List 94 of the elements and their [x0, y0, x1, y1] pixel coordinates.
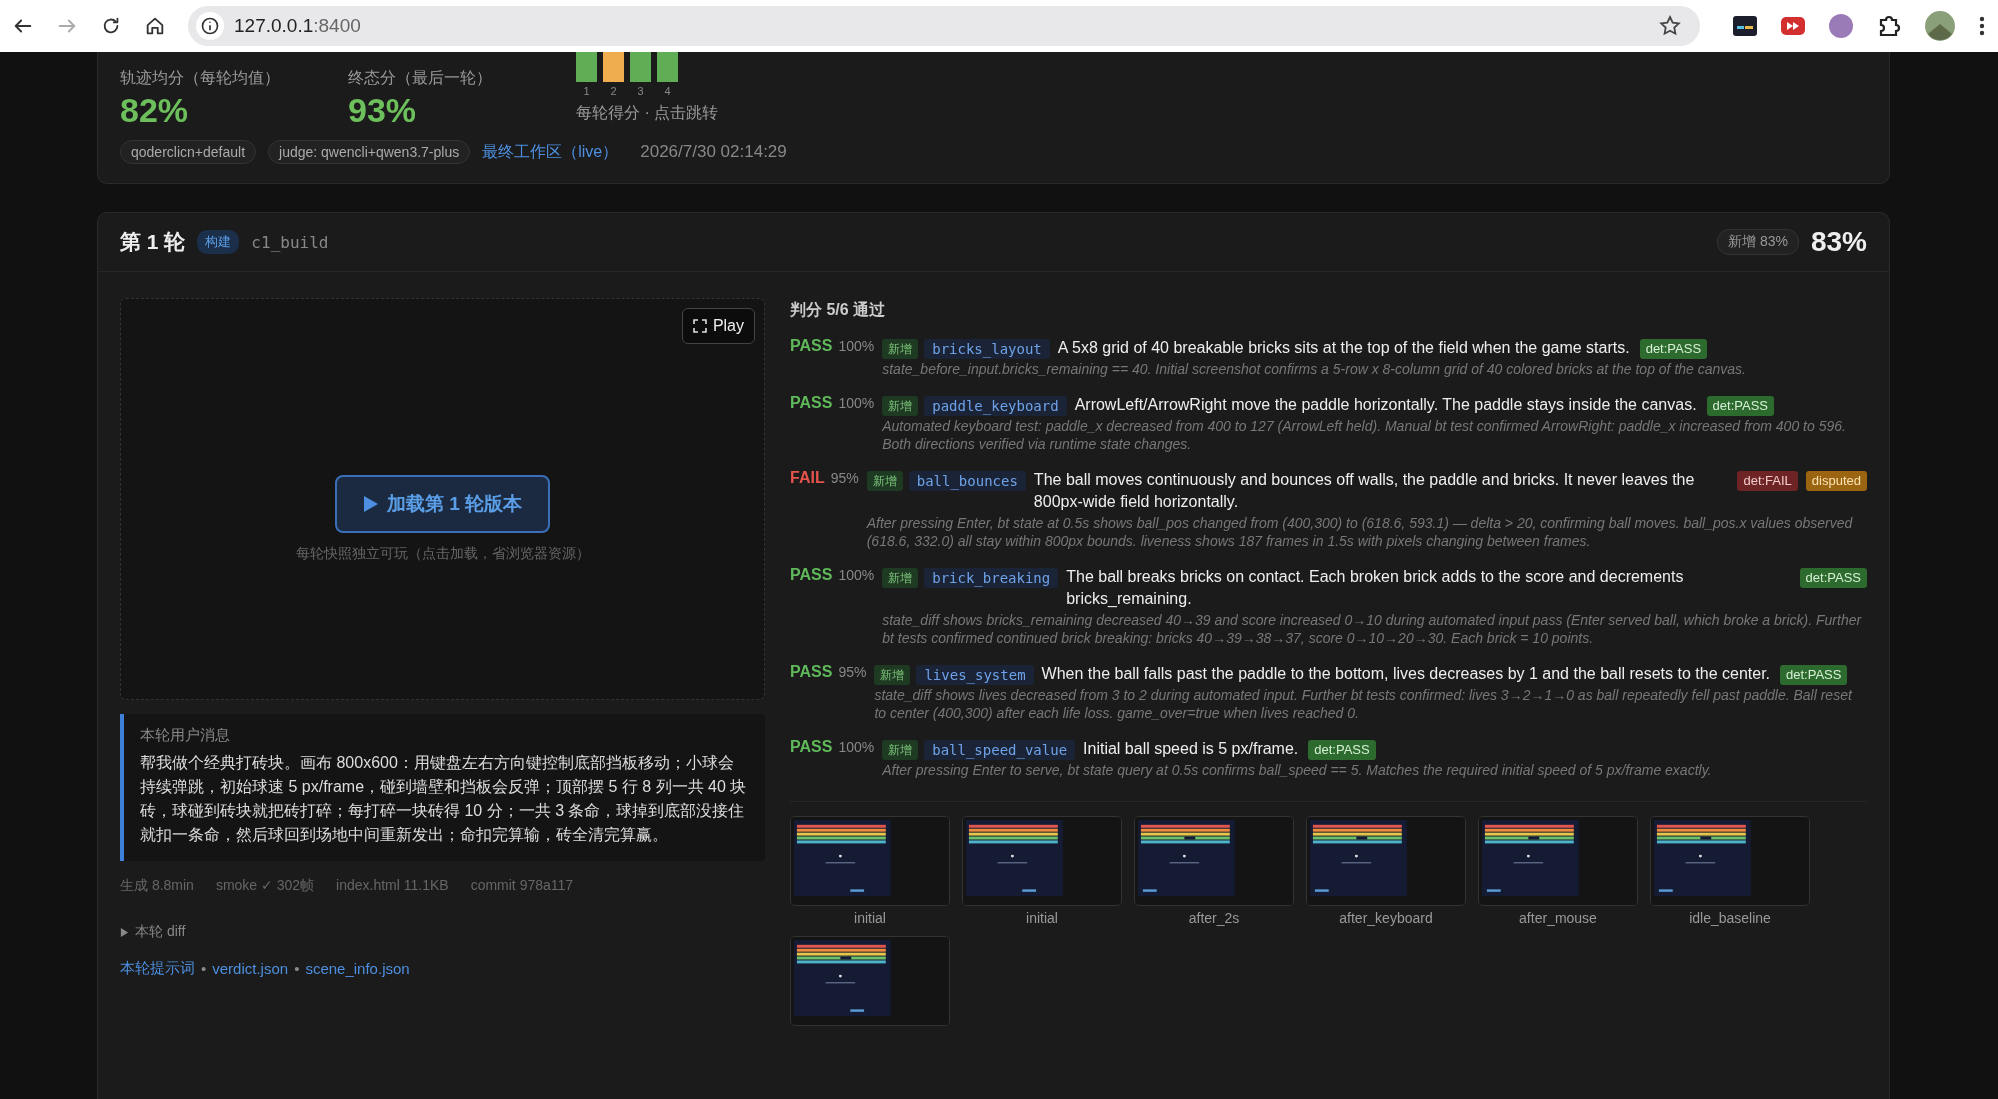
round-score: 83% — [1810, 226, 1867, 258]
meta-info: commit 978a117 — [470, 877, 574, 895]
evidence-text: After pressing Enter to serve, bt state query at 0.5s confirms ball_speed == 5. Matches the required initial speed of 5 px/frame exactly. — [882, 761, 1713, 779]
message-title: 本轮用户消息 — [140, 726, 231, 745]
screenshot-label: idle_baseline — [1689, 910, 1771, 926]
fullscreen-icon — [692, 319, 707, 333]
metric-value: 82% — [120, 91, 190, 130]
status-tag: det:PASS — [1308, 740, 1376, 760]
meta-info: 生成 8.8min — [120, 877, 194, 895]
evidence-text: state_diff shows lives decreased from 3 to 2 during automated input. Further bt tests confirmed: lives 3→2→1→0 as ball repeatedly fell past paddle. Ball reset to center (400,300) after each life loss. game_over=true when lives reached 0. — [874, 686, 1854, 722]
diff-toggle[interactable]: 本轮 diff — [120, 923, 186, 941]
check-key: bricks_layout — [924, 339, 1050, 359]
round-id: c1_build — [251, 232, 329, 252]
result-label: PASS — [790, 738, 833, 756]
result-label: PASS — [790, 337, 833, 355]
info-icon[interactable] — [200, 16, 220, 36]
agent-tag: qoderclicn+default — [120, 140, 257, 164]
evidence-text: After pressing Enter, bt state at 0.5s shows ball_pos changed from (400,300) to (618.6, 593.1) — delta > 20, confirming ball moves. ball_pos.x values observed (618.6, 332.0) all stay within 800px bounds. liveness shows 187 frames in 1.5s with pixels changing between frames. — [866, 514, 1854, 550]
confidence: 100% — [838, 395, 875, 411]
round-title: 第 1 轮 — [120, 229, 186, 255]
new-tag: 新增 — [882, 339, 919, 359]
metric-value: 93% — [348, 91, 418, 130]
new-tag: 新增 — [882, 740, 919, 760]
confidence: 95% — [830, 470, 859, 486]
new-tag: 新增 — [874, 665, 911, 685]
status-tag: det:PASS — [1639, 339, 1708, 359]
screenshot-label: after_mouse — [1519, 910, 1597, 926]
metric-label: 终态分（最后一轮） — [348, 68, 493, 88]
result-label: PASS — [790, 394, 833, 412]
status-tag: det:FAIL — [1737, 471, 1798, 491]
screenshot-label: initial — [1026, 910, 1058, 926]
check-claim: When the ball falls past the paddle to the bottom, lives decreases by 1 and the ball resets to the center. — [1041, 664, 1770, 684]
meta-info: index.html 11.1KB — [336, 877, 449, 895]
file-link[interactable]: 本轮提示词 — [120, 959, 195, 978]
bar-label: 3 — [637, 85, 644, 97]
confidence: 100% — [838, 338, 875, 354]
check-key: brick_breaking — [924, 568, 1059, 588]
check-key: ball_speed_value — [924, 740, 1076, 760]
new-tag: 新增 — [882, 568, 919, 588]
status-tag: det:PASS — [1706, 396, 1774, 416]
confidence: 100% — [838, 739, 875, 755]
check-key: ball_bounces — [908, 471, 1026, 491]
check-claim: The ball moves continuously and bounces off walls, the paddle and bricks. It never leaves the 800px-wide field horizontally. — [1033, 470, 1696, 512]
check-claim: The ball breaks bricks on contact. Each broken brick adds to the score and decrements bricks_remaining. — [1066, 567, 1685, 609]
home-icon[interactable] — [144, 15, 166, 37]
workspace-link[interactable]: 最终工作区（live） — [482, 141, 619, 163]
result-label: PASS — [790, 566, 833, 584]
evidence-text: state_before_input.bricks_remaining == 40. Initial screenshot confirms a 5-row x 8-column grid of 40 colored bricks at the top of the canvas. — [882, 360, 1747, 378]
file-link[interactable]: scene_info.json — [305, 960, 410, 977]
star-icon[interactable] — [1658, 14, 1682, 38]
delta-tag: 新增 83% — [1717, 229, 1799, 255]
load-hint: 每轮快照独立可玩（点击加载，省浏览器资源） — [295, 545, 590, 563]
play-button[interactable]: Play — [681, 308, 755, 344]
status-tag: disputed — [1805, 471, 1867, 491]
new-tag: 新增 — [866, 471, 903, 491]
check-claim: A 5x8 grid of 40 breakable bricks sits at the top of the field when the game starts. — [1057, 338, 1630, 358]
evidence-text: Automated keyboard test: paddle_x decreased from 400 to 127 (ArrowLeft held). Manual bt test confirmed ArrowRight: paddle_x increased from 400 to 596. Both directions verified via runtime state changes. — [882, 417, 1847, 453]
chart-caption: 每轮得分 · 点击跳转 — [576, 103, 719, 123]
result-label: PASS — [790, 663, 833, 681]
screenshot-label: initial — [854, 910, 886, 926]
circle-icon[interactable] — [1828, 13, 1854, 39]
confidence: 100% — [838, 567, 875, 583]
play-icon — [362, 495, 379, 513]
screenshot-label: after_2s — [1188, 910, 1240, 926]
confidence: 95% — [838, 664, 867, 680]
meta-info: smoke ✓ 302帧 — [215, 877, 315, 895]
timestamp: 2026/7/30 02:14:29 — [640, 142, 787, 162]
check-claim: ArrowLeft/ArrowRight move the paddle horizontally. The paddle stays inside the canvas. — [1074, 395, 1697, 415]
status-tag: det:PASS — [1799, 568, 1867, 588]
separator-dot: • — [201, 960, 207, 977]
agent-tag: judge: qwencli+qwen3.7-plus — [268, 140, 471, 164]
status-tag: det:PASS — [1780, 665, 1848, 685]
bar-label: 4 — [664, 85, 671, 97]
result-label: FAIL — [790, 469, 825, 487]
round-tag: 构建 — [197, 230, 240, 254]
terminal-icon[interactable] — [1732, 13, 1758, 39]
check-key: paddle_keyboard — [924, 396, 1067, 416]
avatar-icon[interactable] — [1924, 10, 1956, 42]
screenshot-label: after_keyboard — [1339, 910, 1433, 926]
bar-label: 1 — [583, 85, 590, 97]
check-key: lives_system — [916, 665, 1034, 685]
load-button[interactable]: 加载第 1 轮版本 — [334, 475, 551, 533]
check-claim: Initial ball speed is 5 px/frame. — [1083, 739, 1299, 759]
bar-label: 2 — [610, 85, 617, 97]
caret-icon — [120, 927, 129, 937]
menu-icon[interactable] — [1978, 14, 1986, 38]
evidence-text: state_diff shows bricks_remaining decreased 40→39 and score increased 0→10 during automated input pass (Enter served ball, which broke a brick). Further bt tests confirmed continued brick breaking: bricks 40→39→38→37, score 0→10→20→30. Each brick = 10 points. — [882, 611, 1863, 647]
address-bar[interactable]: 127.0.0.1:8400 — [188, 6, 1700, 46]
message-text: 帮我做个经典打砖块。画布 800x600：用键盘左右方向键控制底部挡板移动；小球会持续弹跳，初始球速 5 px/frame，碰到墙壁和挡板会反弹；顶部摆 5 行 8 列一共 40 块砖，球碰到砖块就把砖打碎；每打碎一块砖得 10 分；一共 3 条命，球掉到底部没接住就扣一条命，然后球回到场地中间重新发出；命扣完算输，砖全清完算赢。 — [140, 753, 748, 845]
file-link[interactable]: verdict.json — [212, 960, 289, 977]
new-tag: 新增 — [882, 396, 919, 416]
metric-label: 轨迹均分（每轮均值） — [120, 68, 281, 88]
verdict-heading: 判分 5/6 通过 — [790, 300, 887, 320]
separator-dot: • — [294, 960, 300, 977]
